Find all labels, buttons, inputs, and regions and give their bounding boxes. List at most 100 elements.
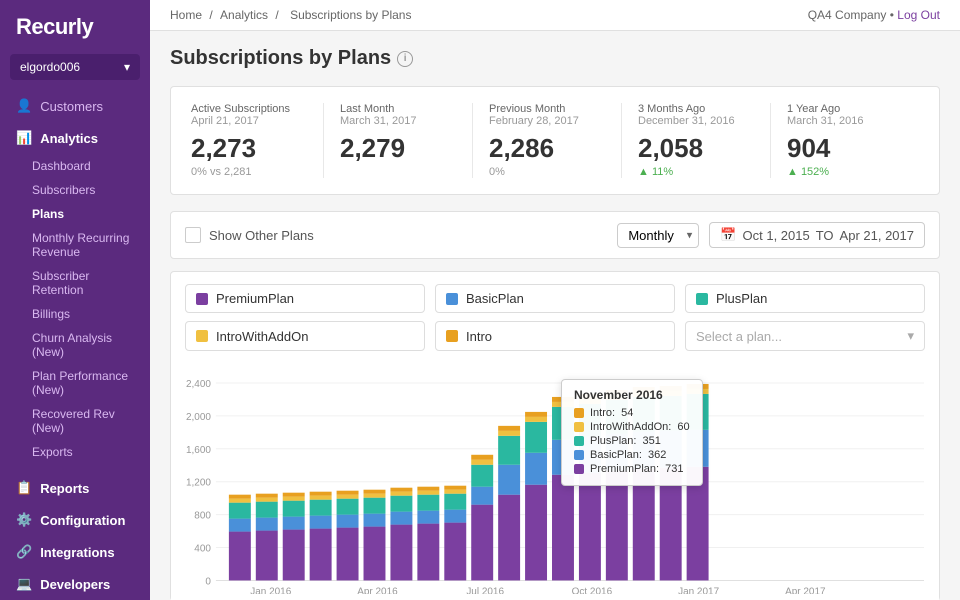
sidebar-sub-subscribers[interactable]: Subscribers: [0, 178, 150, 202]
sidebar-item-label: Analytics: [40, 131, 98, 146]
premium-label: PremiumPlan: [216, 291, 294, 306]
sidebar-sub-retention[interactable]: Subscriber Retention: [0, 264, 150, 302]
chart-container: 2,400 2,000 1,600 1,200 800 400 0: [171, 359, 939, 600]
main-content: Home / Analytics / Subscriptions by Plan…: [150, 0, 960, 600]
svg-text:1,600: 1,600: [186, 445, 211, 456]
plan-selectors: PremiumPlan BasicPlan PlusPlan IntroWith…: [170, 271, 940, 600]
show-other-plans-label: Show Other Plans: [209, 228, 314, 243]
sidebar-sub-exports[interactable]: Exports: [0, 440, 150, 464]
date-from: Oct 1, 2015: [743, 228, 810, 243]
stat-prev-month: Previous Month February 28, 2017 2,286 0…: [473, 103, 622, 178]
breadcrumb-analytics[interactable]: Analytics: [220, 8, 268, 22]
sidebar: Recurly elgordo006 ▾ 👤 Customers 📊 Analy…: [0, 0, 150, 600]
breadcrumb-home[interactable]: Home: [170, 8, 202, 22]
plan-placeholder-text: Select a plan...: [696, 329, 782, 344]
sidebar-item-reports[interactable]: 📋 Reports: [0, 472, 150, 504]
chevron-down-icon: ▾: [124, 60, 130, 74]
sidebar-item-label: Configuration: [40, 513, 125, 528]
stat-last-month: Last Month March 31, 2017 2,279: [324, 103, 473, 178]
sidebar-item-customers[interactable]: 👤 Customers: [0, 90, 150, 122]
sidebar-item-configuration[interactable]: ⚙️ Configuration: [0, 504, 150, 536]
plan-select-premium[interactable]: PremiumPlan: [185, 284, 425, 313]
account-name: elgordo006: [20, 60, 80, 74]
plan-select-empty[interactable]: Select a plan... ▾: [685, 321, 925, 351]
basic-label: BasicPlan: [466, 291, 524, 306]
integrations-icon: 🔗: [16, 544, 32, 560]
plan-select-intro[interactable]: Intro: [435, 321, 675, 351]
sidebar-item-label: Customers: [40, 99, 103, 114]
sidebar-item-label: Developers: [40, 577, 110, 592]
sidebar-item-integrations[interactable]: 🔗 Integrations: [0, 536, 150, 568]
date-to: Apr 21, 2017: [840, 228, 914, 243]
svg-text:Oct 2016: Oct 2016: [572, 586, 613, 594]
sidebar-sub-plan-perf[interactable]: Plan Performance (New): [0, 364, 150, 402]
svg-text:1,200: 1,200: [186, 478, 211, 489]
intro-color: [446, 330, 458, 342]
plan-select-intro-addon[interactable]: IntroWithAddOn: [185, 321, 425, 351]
sidebar-sub-churn[interactable]: Churn Analysis (New): [0, 326, 150, 364]
configuration-icon: ⚙️: [16, 512, 32, 528]
subscriptions-chart: 2,400 2,000 1,600 1,200 800 400 0: [181, 375, 929, 594]
developers-icon: 💻: [16, 576, 32, 592]
period-select-wrapper[interactable]: Monthly Weekly Daily: [617, 223, 699, 248]
intro-addon-color: [196, 330, 208, 342]
account-switcher[interactable]: elgordo006 ▾: [10, 54, 140, 80]
stat-1year: 1 Year Ago March 31, 2016 904 ▲ 152%: [771, 103, 919, 178]
plan-row-2: IntroWithAddOn Intro Select a plan... ▾: [185, 321, 925, 351]
topbar-user: QA4 Company • Log Out: [808, 8, 940, 22]
svg-text:Apr 2016: Apr 2016: [357, 586, 398, 594]
intro-label: Intro: [466, 329, 492, 344]
calendar-icon: 📅: [720, 227, 736, 243]
sidebar-sub-recovered[interactable]: Recovered Rev (New): [0, 402, 150, 440]
breadcrumb-current: Subscriptions by Plans: [290, 8, 411, 22]
show-other-plans-checkbox[interactable]: [185, 227, 201, 243]
sidebar-item-developers[interactable]: 💻 Developers: [0, 568, 150, 600]
stats-row: Active Subscriptions April 21, 2017 2,27…: [170, 86, 940, 195]
sidebar-sub-dashboard[interactable]: Dashboard: [0, 154, 150, 178]
sidebar-item-label: Integrations: [40, 545, 114, 560]
show-other-plans-toggle[interactable]: Show Other Plans: [185, 227, 314, 243]
svg-text:2,000: 2,000: [186, 412, 211, 423]
customers-icon: 👤: [16, 98, 32, 114]
svg-text:Apr 2017: Apr 2017: [785, 586, 826, 594]
sidebar-sub-mrr[interactable]: Monthly Recurring Revenue: [0, 226, 150, 264]
svg-text:Jul 2016: Jul 2016: [466, 586, 504, 594]
svg-text:800: 800: [194, 511, 211, 522]
analytics-icon: 📊: [16, 130, 32, 146]
date-range-picker[interactable]: 📅 Oct 1, 2015 TO Apr 21, 2017: [709, 222, 925, 248]
sidebar-sub-plans[interactable]: Plans: [0, 202, 150, 226]
breadcrumb-sep: /: [275, 8, 282, 22]
basic-color: [446, 293, 458, 305]
breadcrumb: Home / Analytics / Subscriptions by Plan…: [170, 8, 415, 22]
plan-select-basic[interactable]: BasicPlan: [435, 284, 675, 313]
svg-text:2,400: 2,400: [186, 379, 211, 390]
to-label: TO: [816, 228, 834, 243]
svg-text:0: 0: [205, 576, 211, 587]
breadcrumb-sep: /: [209, 8, 216, 22]
plus-color: [696, 293, 708, 305]
info-icon[interactable]: i: [397, 51, 413, 67]
page-content: Subscriptions by Plans i Active Subscrip…: [150, 31, 960, 600]
plus-label: PlusPlan: [716, 291, 767, 306]
intro-addon-label: IntroWithAddOn: [216, 329, 309, 344]
plan-row-1: PremiumPlan BasicPlan PlusPlan: [185, 284, 925, 313]
sidebar-item-label: Reports: [40, 481, 89, 496]
page-title: Subscriptions by Plans i: [170, 47, 940, 70]
chevron-down-icon: ▾: [907, 328, 914, 344]
app-logo: Recurly: [0, 0, 150, 54]
premium-color: [196, 293, 208, 305]
topbar: Home / Analytics / Subscriptions by Plan…: [150, 0, 960, 31]
svg-text:Jan 2017: Jan 2017: [678, 586, 719, 594]
sidebar-sub-billings[interactable]: Billings: [0, 302, 150, 326]
period-select[interactable]: Monthly Weekly Daily: [617, 223, 699, 248]
stat-3months: 3 Months Ago December 31, 2016 2,058 ▲ 1…: [622, 103, 771, 178]
chart-toolbar: Show Other Plans Monthly Weekly Daily 📅 …: [170, 211, 940, 259]
svg-text:400: 400: [194, 544, 211, 555]
toolbar-right: Monthly Weekly Daily 📅 Oct 1, 2015 TO Ap…: [617, 222, 925, 248]
svg-text:Jan 2016: Jan 2016: [250, 586, 291, 594]
sidebar-item-analytics[interactable]: 📊 Analytics: [0, 122, 150, 154]
stat-active: Active Subscriptions April 21, 2017 2,27…: [191, 103, 324, 178]
logout-link[interactable]: Log Out: [897, 8, 940, 22]
reports-icon: 📋: [16, 480, 32, 496]
plan-select-plus[interactable]: PlusPlan: [685, 284, 925, 313]
